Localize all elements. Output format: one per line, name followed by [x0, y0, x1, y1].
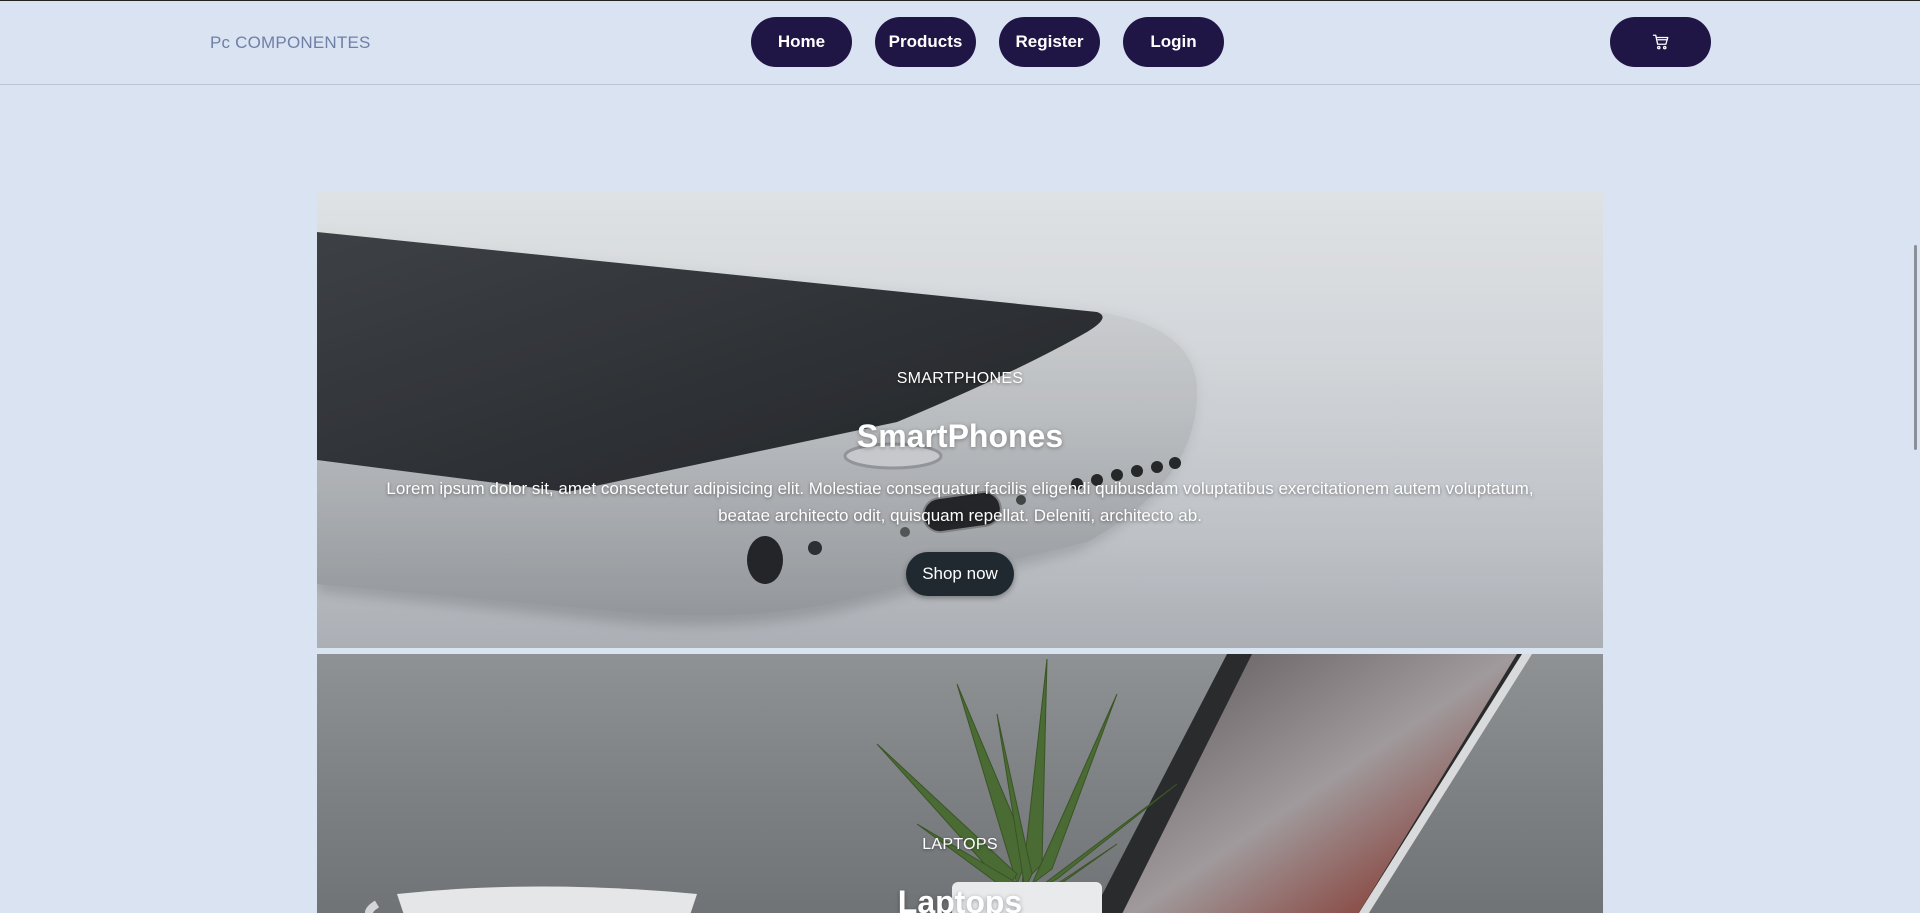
nav-login-button[interactable]: Login — [1123, 17, 1224, 67]
brand-logo-text[interactable]: Pc COMPONENTES — [210, 33, 371, 53]
laptops-card: LAPTOPS Laptops — [317, 654, 1603, 913]
laptops-hero-content: LAPTOPS Laptops — [317, 836, 1603, 913]
nav-home-button[interactable]: Home — [751, 17, 852, 67]
smartphones-category-label: SMARTPHONES — [896, 370, 1024, 387]
page-scrollbar[interactable] — [1905, 85, 1920, 913]
laptops-category-label: LAPTOPS — [922, 836, 998, 853]
nav-register-button[interactable]: Register — [999, 17, 1100, 67]
nav-products-button[interactable]: Products — [875, 17, 976, 67]
scrollbar-thumb[interactable] — [1914, 245, 1917, 450]
cart-icon — [1652, 33, 1670, 51]
navbar: Pc COMPONENTES Home Products Register Lo… — [0, 1, 1920, 85]
smartphones-description: Lorem ipsum dolor sit, amet consectetur … — [386, 479, 1534, 525]
laptops-title: Laptops — [897, 884, 1023, 913]
shop-now-button[interactable]: Shop now — [906, 552, 1014, 596]
smartphones-title: SmartPhones — [856, 418, 1064, 454]
cart-button[interactable] — [1610, 17, 1711, 67]
smartphones-card: SMARTPHONES SmartPhones Lorem ipsum dolo… — [317, 192, 1603, 648]
smartphones-hero-content: SMARTPHONES SmartPhones Lorem ipsum dolo… — [317, 370, 1603, 596]
